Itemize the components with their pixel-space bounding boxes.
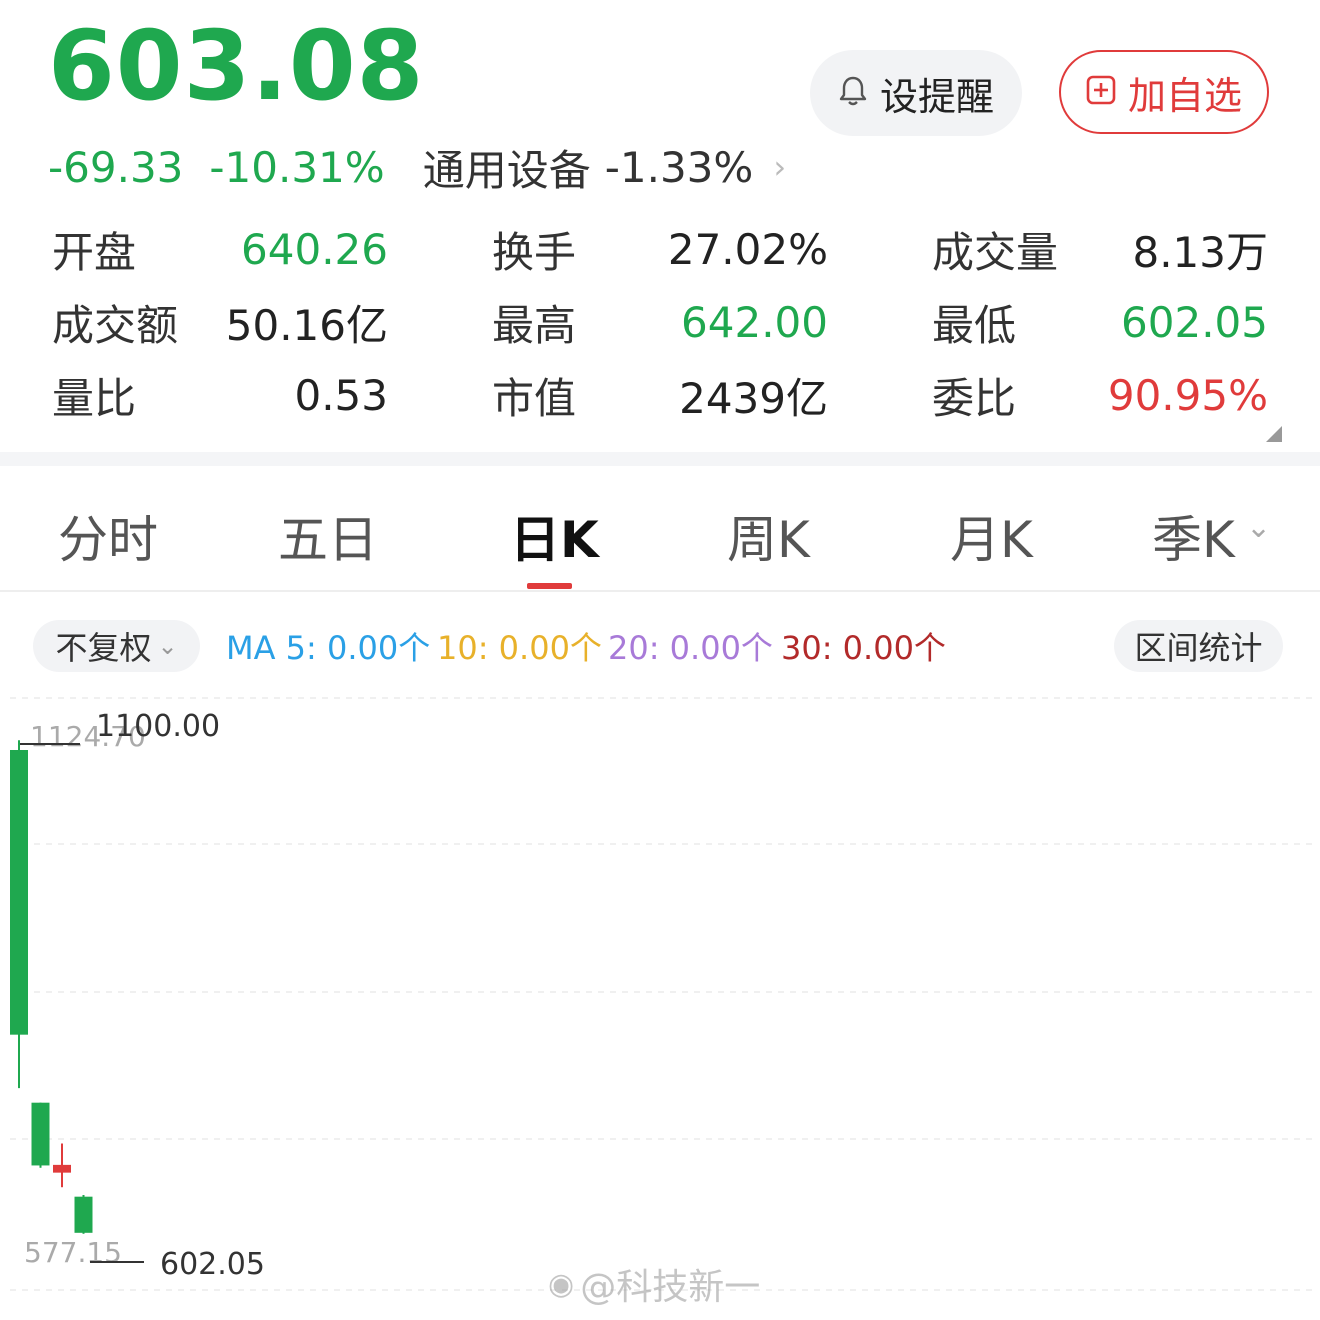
weibo-icon: ◉	[548, 1266, 575, 1302]
stat-value: 90.95%	[1107, 370, 1268, 420]
current-price: 603.08	[48, 10, 425, 122]
chevron-down-icon[interactable]: ⌄	[1246, 510, 1271, 545]
kline-svg: 1124.701100.00577.15 602.05	[10, 697, 1312, 1291]
chart-high-marker-label: 1100.00	[96, 709, 220, 744]
stat-label: 最低	[932, 300, 1017, 350]
stat-amount: 成交额 50.16亿	[52, 291, 388, 353]
stat-value: 642.00	[681, 297, 828, 347]
watermark: ◉ @科技新一	[548, 1258, 760, 1310]
tab-five-day[interactable]: 五日	[278, 500, 378, 572]
plus-square-icon	[1086, 75, 1116, 109]
tab-intraday[interactable]: 分时	[58, 500, 158, 572]
tab-quarterly-k[interactable]: 季K	[1152, 500, 1235, 572]
tab-daily-k[interactable]: 日K	[510, 500, 599, 572]
price-change-percent: -10.31%	[209, 142, 385, 192]
stat-value: 27.02%	[667, 224, 828, 274]
stats-row: 量比 0.53 市值 2439亿 委比 90.95%	[52, 364, 1268, 437]
section-divider	[0, 452, 1320, 466]
stat-value: 0.53	[294, 370, 388, 420]
stat-high: 最高 642.00	[492, 291, 828, 353]
adjust-dropdown[interactable]: 不复权 ⌄	[33, 620, 200, 672]
stat-open: 开盘 640.26	[52, 218, 388, 280]
watermark-text: @科技新一	[580, 1267, 761, 1308]
adjust-label: 不复权	[55, 629, 152, 667]
range-stats-button[interactable]: 区间统计	[1114, 620, 1283, 672]
candle-body	[31, 1102, 50, 1166]
stat-volume: 成交量 8.13万	[932, 218, 1268, 280]
expand-corner-icon[interactable]	[1266, 426, 1282, 442]
ma30-label: 30: 0.00个	[781, 629, 946, 667]
stat-value: 8.13万	[1132, 227, 1268, 277]
stats-row: 成交额 50.16亿 最高 642.00 最低 602.05	[52, 291, 1268, 364]
kline-chart[interactable]: 1124.70 1100.00 577.15 602.05	[0, 690, 1320, 1316]
stat-label: 换手	[492, 227, 577, 277]
range-stats-label: 区间统计	[1134, 629, 1263, 667]
stat-bid-ratio: 委比 90.95%	[932, 364, 1268, 426]
stat-label: 成交量	[932, 227, 1059, 277]
stat-label: 委比	[932, 373, 1017, 423]
sector-name: 通用设备	[422, 145, 591, 195]
stat-market-cap: 市值 2439亿	[492, 364, 828, 426]
stat-turnover: 换手 27.02%	[492, 218, 828, 280]
stat-value: 602.05	[1121, 297, 1268, 347]
tab-monthly-k[interactable]: 月K	[950, 500, 1033, 572]
sector-link[interactable]: 通用设备 -1.33% ›	[423, 137, 786, 198]
sector-change: -1.33%	[604, 142, 754, 192]
stat-label: 市值	[492, 373, 577, 423]
stat-low: 最低 602.05	[932, 291, 1268, 353]
stat-value: 2439亿	[679, 373, 828, 423]
set-alert-button[interactable]: 设提醒	[810, 50, 1022, 136]
add-favorite-label: 加自选	[1127, 73, 1242, 118]
tab-weekly-k[interactable]: 周K	[727, 500, 810, 572]
chart-min-label: 577.15	[24, 1236, 122, 1269]
bell-icon	[838, 75, 868, 111]
stats-grid: 开盘 640.26 换手 27.02% 成交量 8.13万 成交额 50.16亿 最高 6…	[52, 218, 1268, 437]
add-favorite-button[interactable]: 加自选	[1059, 50, 1269, 134]
stats-row: 开盘 640.26 换手 27.02% 成交量 8.13万	[52, 218, 1268, 291]
stat-label: 最高	[492, 300, 577, 350]
stat-label: 开盘	[52, 227, 137, 277]
candle-body	[74, 1196, 93, 1233]
set-alert-label: 设提醒	[879, 74, 994, 119]
candle-body	[10, 749, 28, 1035]
ma20-label: 20: 0.00个	[608, 629, 773, 667]
candle-body	[53, 1164, 71, 1173]
stat-label: 量比	[52, 373, 137, 423]
chart-low-marker-label: 602.05	[160, 1247, 265, 1282]
chevron-right-icon: ›	[773, 148, 787, 186]
ma5-label: MA 5: 0.00个	[226, 629, 431, 667]
stat-label: 成交额	[52, 300, 179, 350]
ma10-label: 10: 0.00个	[437, 629, 602, 667]
chart-period-tabs: 分时 五日 日K 周K 月K 季K ⌄	[0, 466, 1320, 592]
price-change: -69.33	[48, 142, 184, 192]
stat-volume-ratio: 量比 0.53	[52, 364, 388, 426]
active-tab-indicator	[527, 583, 572, 589]
stat-value: 640.26	[241, 224, 388, 274]
stat-value: 50.16亿	[225, 300, 388, 350]
change-row: -69.33 -10.31% 通用设备 -1.33% ›	[48, 140, 786, 195]
chevron-down-icon: ⌄	[157, 632, 178, 660]
